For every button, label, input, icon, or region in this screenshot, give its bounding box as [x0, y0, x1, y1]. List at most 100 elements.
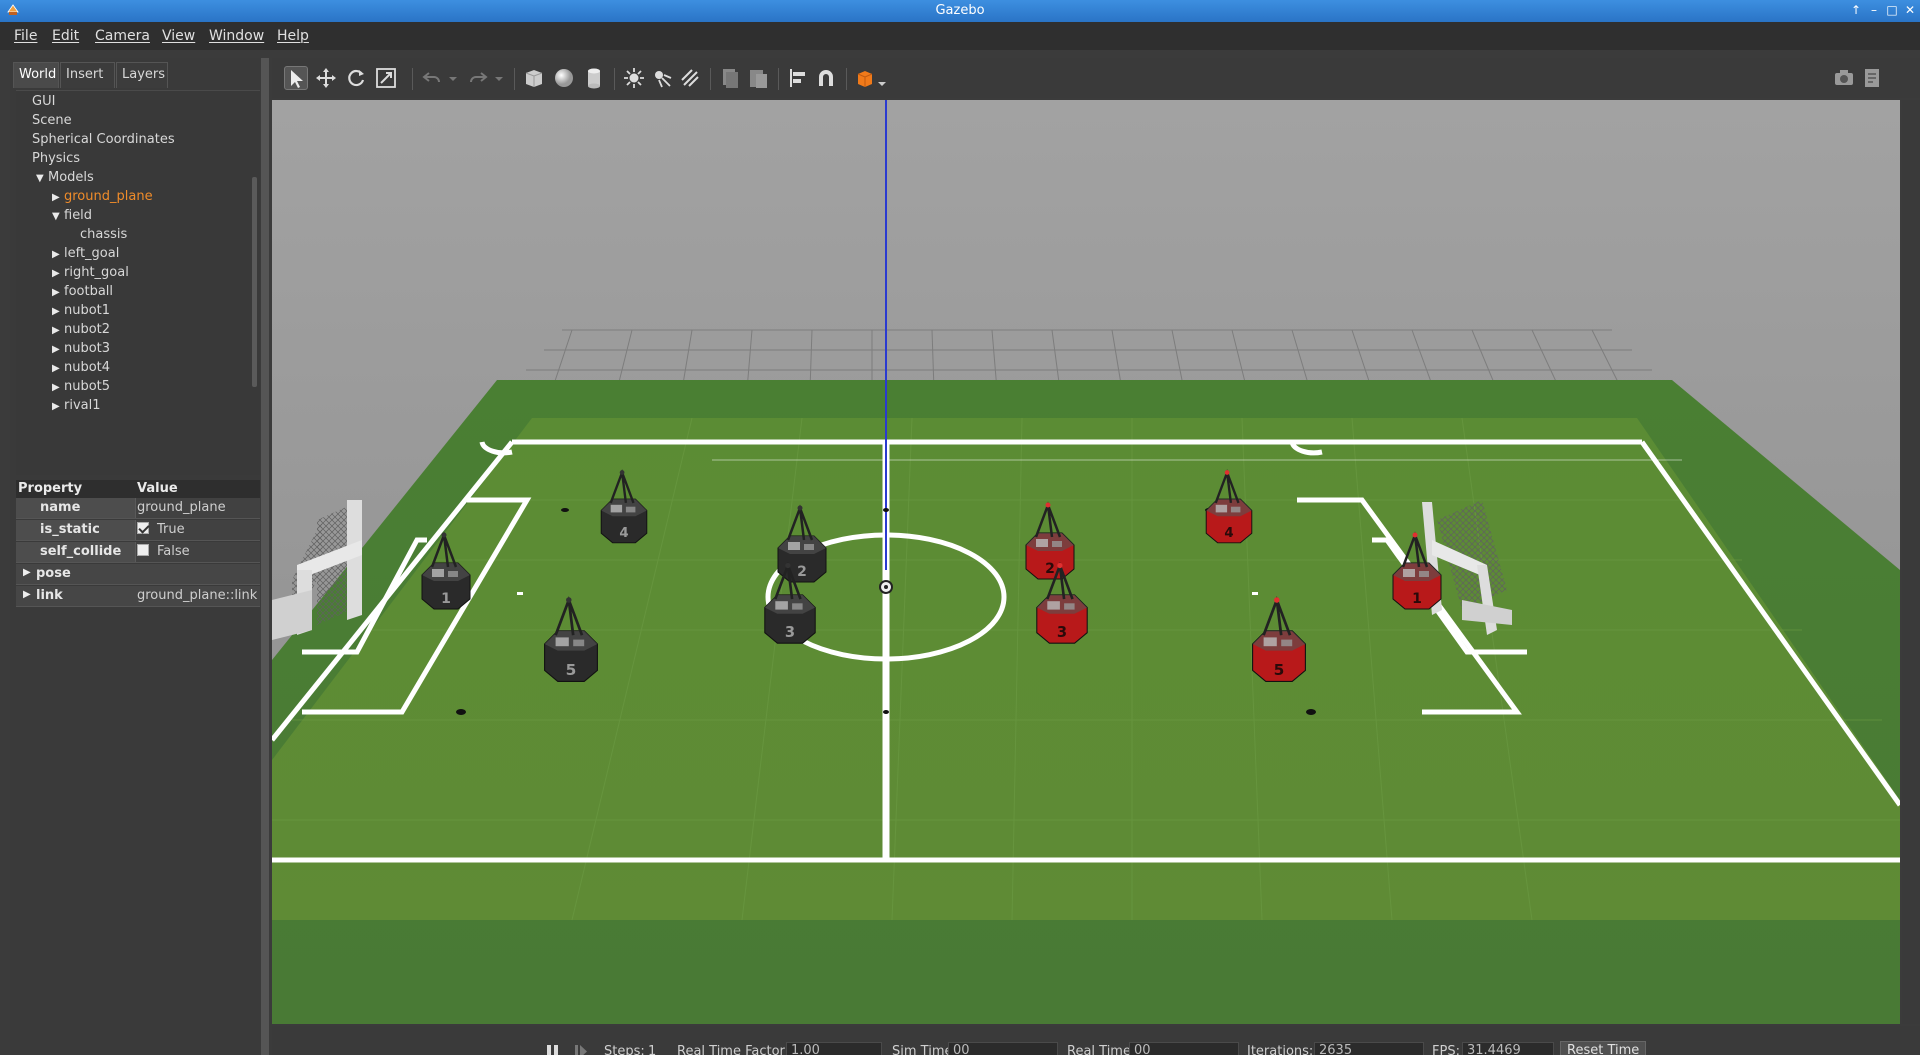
- world-tree: GUI Scene Spherical Coordinates Physics ▼ Mod…: [16, 90, 260, 475]
- menu-view[interactable]: View: [162, 28, 195, 44]
- tree-scrollbar[interactable]: [252, 177, 257, 387]
- checkbox[interactable]: [137, 522, 149, 534]
- undo-button[interactable]: [420, 66, 444, 90]
- tree-item-nubot5[interactable]: ▶ nubot5: [52, 379, 110, 397]
- menu-window[interactable]: Window: [209, 28, 264, 44]
- spot-light-button[interactable]: [650, 66, 674, 90]
- reset-time-button[interactable]: Reset Time: [1560, 1041, 1647, 1055]
- redo-history-dropdown[interactable]: [492, 66, 506, 90]
- tree-item-label: ground_plane: [64, 189, 153, 204]
- expand-right-icon[interactable]: ▶: [52, 249, 64, 260]
- expand-right-icon[interactable]: ▶: [52, 287, 64, 298]
- expand-right-icon[interactable]: ▶: [52, 325, 64, 336]
- expand-right-icon[interactable]: ▶: [52, 363, 64, 374]
- tab-insert[interactable]: Insert: [60, 62, 115, 88]
- tree-item-right-goal[interactable]: ▶ right_goal: [52, 265, 129, 283]
- tree-item-models[interactable]: ▼ Models: [36, 170, 94, 188]
- tree-item-physics[interactable]: Physics: [20, 151, 80, 169]
- tree-item-field[interactable]: ▼ field: [52, 208, 92, 226]
- scene-render: 1 2 3 4 5 1 2 3 4 5: [272, 100, 1900, 1024]
- sphere-shape-button[interactable]: [552, 66, 576, 90]
- menu-edit[interactable]: Edit: [52, 28, 79, 44]
- expand-right-icon[interactable]: ▶: [52, 344, 64, 355]
- tree-item-label: nubot3: [64, 341, 111, 356]
- tree-item-left-goal[interactable]: ▶ left_goal: [52, 246, 119, 264]
- view-angle-button[interactable]: [854, 66, 888, 90]
- menu-bar: File Edit Camera View Window Help: [0, 22, 1920, 50]
- expand-right-icon[interactable]: ▶: [23, 589, 31, 600]
- tree-item-label: football: [64, 284, 114, 299]
- pause-button[interactable]: [544, 1042, 562, 1055]
- scale-mode-button[interactable]: [374, 66, 398, 90]
- tree-item-label: nubot1: [64, 303, 111, 318]
- tree-item-nubot1[interactable]: ▶ nubot1: [52, 303, 110, 321]
- expand-right-icon[interactable]: ▶: [52, 401, 64, 412]
- robot-number-label: 2: [797, 564, 807, 580]
- steps-value[interactable]: 1: [648, 1044, 656, 1055]
- redo-button[interactable]: [466, 66, 490, 90]
- copy-button[interactable]: [718, 66, 742, 90]
- property-row-self-collide[interactable]: self_collide False: [16, 542, 260, 563]
- property-table: Property Value name ground_plane is_static…: [16, 480, 260, 607]
- maximize-icon[interactable]: □: [1884, 2, 1900, 18]
- property-key: self_collide: [40, 544, 122, 559]
- rotate-mode-button[interactable]: [344, 66, 368, 90]
- tree-item-scene[interactable]: Scene: [20, 113, 72, 131]
- expand-right-icon[interactable]: ▶: [52, 192, 64, 203]
- box-shape-button[interactable]: [522, 66, 546, 90]
- panel-splitter[interactable]: [261, 58, 269, 1055]
- tree-item-football[interactable]: ▶ football: [52, 284, 113, 302]
- expand-right-icon[interactable]: ▶: [52, 382, 64, 393]
- tree-item-nubot4[interactable]: ▶ nubot4: [52, 360, 110, 378]
- snap-button[interactable]: [814, 66, 838, 90]
- title-bar: Gazebo ↑ – □ ✕: [0, 0, 1920, 22]
- checkbox[interactable]: [137, 544, 149, 556]
- expand-down-icon[interactable]: ▼: [52, 211, 64, 222]
- property-row-pose[interactable]: ▶ pose: [16, 564, 260, 585]
- property-value: ground_plane::link: [137, 588, 258, 603]
- directional-light-button[interactable]: [678, 66, 702, 90]
- minimize-icon[interactable]: –: [1866, 2, 1882, 18]
- property-row-link[interactable]: ▶ link ground_plane::link: [16, 586, 260, 607]
- menu-file[interactable]: File: [14, 28, 37, 44]
- property-row-name[interactable]: name ground_plane: [16, 498, 260, 519]
- pin-icon[interactable]: ↑: [1848, 2, 1864, 18]
- expand-right-icon[interactable]: ▶: [52, 306, 64, 317]
- align-button[interactable]: [786, 66, 810, 90]
- sim-time-field: 00 00:00:39.525: [948, 1042, 1058, 1055]
- paste-button[interactable]: [746, 66, 770, 90]
- select-mode-button[interactable]: [284, 66, 308, 90]
- screenshot-button[interactable]: [1832, 66, 1856, 90]
- tree-item-nubot2[interactable]: ▶ nubot2: [52, 322, 110, 340]
- tree-item-spherical-coordinates[interactable]: Spherical Coordinates: [20, 132, 175, 150]
- tree-item-chassis[interactable]: chassis: [68, 227, 127, 245]
- expand-right-icon[interactable]: ▶: [52, 268, 64, 279]
- tree-item-gui[interactable]: GUI: [20, 94, 55, 112]
- property-key: link: [36, 588, 63, 603]
- expand-right-icon[interactable]: ▶: [23, 567, 31, 578]
- menu-help[interactable]: Help: [277, 28, 309, 44]
- property-row-is-static[interactable]: is_static True: [16, 520, 260, 541]
- step-button[interactable]: [572, 1042, 590, 1055]
- tree-item-rival1[interactable]: ▶ rival1: [52, 398, 101, 416]
- tree-item-ground-plane[interactable]: ▶ ground_plane: [52, 189, 153, 207]
- menu-camera[interactable]: Camera: [95, 28, 150, 44]
- tree-item-label: nubot2: [64, 322, 111, 337]
- tab-world[interactable]: World: [13, 62, 59, 88]
- expand-down-icon[interactable]: ▼: [36, 173, 48, 184]
- tab-layers[interactable]: Layers: [116, 62, 168, 88]
- robot-number-label: 4: [1224, 526, 1233, 541]
- point-light-button[interactable]: [622, 66, 646, 90]
- undo-history-dropdown[interactable]: [446, 66, 460, 90]
- cylinder-shape-button[interactable]: [582, 66, 606, 90]
- fps-field: 31.4469: [1462, 1042, 1554, 1055]
- playing-field: [272, 418, 1900, 920]
- translate-mode-button[interactable]: [314, 66, 338, 90]
- log-data-button[interactable]: [1860, 66, 1884, 90]
- tree-item-label: Spherical Coordinates: [32, 132, 175, 147]
- window-title: Gazebo: [935, 3, 985, 18]
- robot-number-label: 5: [566, 661, 577, 679]
- tree-item-nubot3[interactable]: ▶ nubot3: [52, 341, 110, 359]
- 3d-viewport[interactable]: 1 2 3 4 5 1 2 3 4 5: [272, 100, 1900, 1024]
- close-icon[interactable]: ✕: [1902, 2, 1918, 18]
